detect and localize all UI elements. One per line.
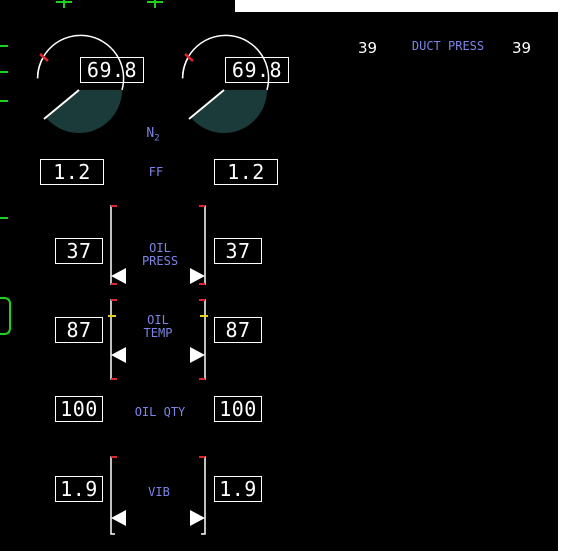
panel-lower-left bbox=[0, 403, 10, 551]
engine-display: 39 DUCT PRESS 39 69.8 69.8 N2 1.2 FF 1.2… bbox=[0, 0, 565, 551]
vib-left-value: 1.9 bbox=[55, 476, 103, 502]
ff-label: FF bbox=[148, 165, 164, 179]
oil-temp-label: OIL TEMP bbox=[130, 314, 186, 340]
ff-left-value: 1.2 bbox=[40, 159, 104, 185]
oil-temp-left-value: 87 bbox=[55, 317, 103, 343]
n2-label: N2 bbox=[138, 127, 168, 146]
oil-press-label: OIL PRESS bbox=[130, 242, 190, 268]
oil-qty-left-value: 100 bbox=[55, 396, 103, 422]
vib-right-value: 1.9 bbox=[214, 476, 262, 502]
oil-press-right-value: 37 bbox=[214, 238, 262, 264]
oil-temp-right-value: 87 bbox=[214, 317, 262, 343]
oil-temp-label-line2: TEMP bbox=[143, 326, 173, 340]
duct-press-left-value: 39 bbox=[358, 39, 378, 57]
n2-right-value: 69.8 bbox=[225, 57, 289, 83]
n2-label-sub: 2 bbox=[154, 133, 160, 144]
oil-press-left-value: 37 bbox=[55, 238, 103, 264]
ff-right-value: 1.2 bbox=[214, 159, 278, 185]
oil-press-label-line2: PRESS bbox=[141, 254, 179, 268]
oil-qty-right-value: 100 bbox=[214, 396, 262, 422]
n2-left-value: 69.8 bbox=[80, 57, 144, 83]
vib-label: VIB bbox=[148, 485, 170, 499]
duct-press-label: DUCT PRESS bbox=[411, 39, 485, 53]
oil-qty-label: OIL QTY bbox=[134, 405, 186, 419]
duct-press-right-value: 39 bbox=[512, 39, 532, 57]
